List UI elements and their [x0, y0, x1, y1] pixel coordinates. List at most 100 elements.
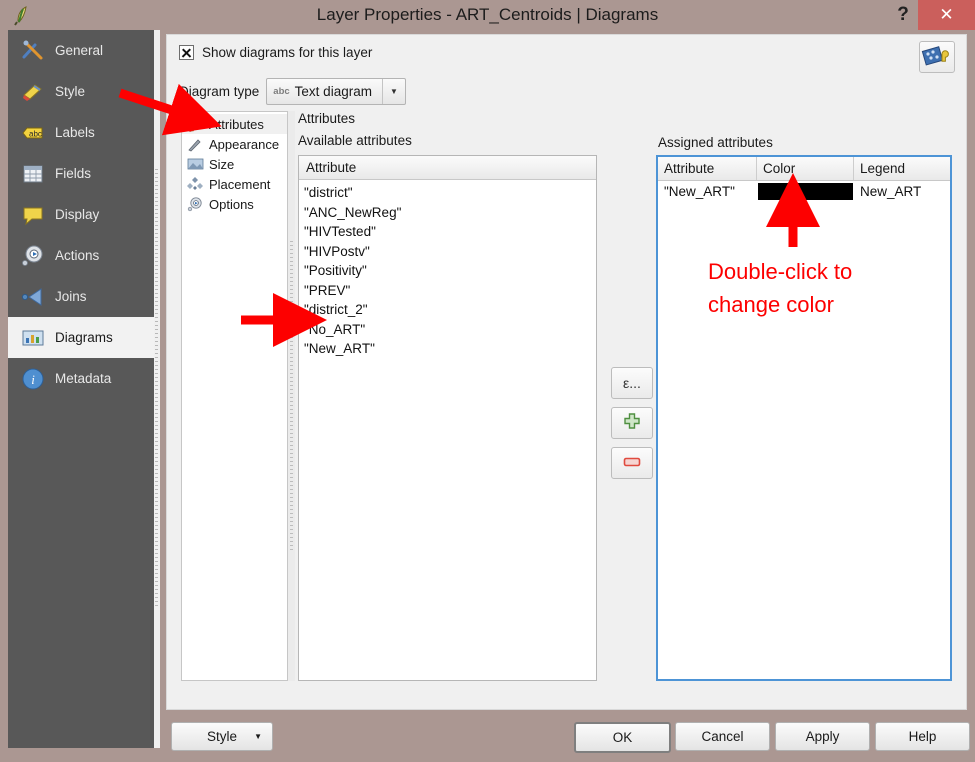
display-icon — [20, 202, 46, 228]
diagrams-panel: Show diagrams for this layer Diagram typ… — [166, 34, 967, 710]
diagram-type-select[interactable]: abc Text diagram ▼ — [266, 78, 406, 105]
size-icon — [186, 156, 204, 172]
assigned-attributes-table[interactable]: Attribute Color Legend "New_ART" New_ART — [656, 155, 952, 681]
sidebar-item-fields[interactable]: Fields — [8, 153, 160, 194]
callout-text: Double-click to change color — [708, 255, 958, 321]
attributes-icon — [186, 116, 204, 132]
sidebar: General Style abc Labels Fields Display … — [8, 30, 160, 748]
close-icon[interactable]: ✕ — [918, 0, 975, 30]
chevron-down-icon: ▼ — [381, 79, 405, 104]
splitter-grip — [290, 241, 293, 551]
diagram-subtab-list: Attributes Appearance Size Placement Opt… — [181, 111, 288, 681]
subtab-size[interactable]: Size — [182, 154, 287, 174]
general-icon — [20, 38, 46, 64]
sidebar-item-label: Joins — [55, 289, 87, 304]
subtab-attributes[interactable]: Attributes — [182, 114, 287, 134]
show-diagrams-checkbox[interactable]: Show diagrams for this layer — [179, 45, 372, 60]
list-item[interactable]: "New_ART" — [304, 339, 596, 359]
available-attributes-list[interactable]: Attribute "district" "ANC_NewReg" "HIVTe… — [298, 155, 597, 681]
text-diagram-icon: abc — [273, 86, 290, 97]
sidebar-item-label: Fields — [55, 166, 92, 181]
joins-icon — [20, 284, 46, 310]
list-item[interactable]: "No_ART" — [304, 320, 596, 340]
window-title: Layer Properties - ART_Centroids | Diagr… — [316, 5, 659, 24]
available-attributes-column-header: Attribute — [299, 156, 596, 180]
sidebar-item-style[interactable]: Style — [8, 71, 160, 112]
sidebar-item-metadata[interactable]: i Metadata — [8, 358, 160, 399]
placement-icon — [186, 176, 204, 192]
splitter-grip — [155, 169, 158, 609]
sidebar-item-label: Metadata — [55, 371, 112, 386]
subtab-label: Placement — [209, 176, 271, 192]
assigned-attributes-label: Assigned attributes — [658, 135, 773, 150]
column-header-color[interactable]: Color — [757, 157, 854, 180]
cell-color[interactable] — [757, 181, 854, 202]
subtabs-splitter[interactable] — [288, 111, 295, 681]
transfer-button-group: ε... — [611, 367, 653, 487]
help-button[interactable]: Help — [875, 722, 970, 751]
data-defined-override-icon[interactable] — [919, 41, 955, 73]
sidebar-item-label: Diagrams — [55, 330, 113, 345]
list-item[interactable]: "district_2" — [304, 300, 596, 320]
color-swatch[interactable] — [758, 183, 853, 200]
expression-button[interactable]: ε... — [611, 367, 653, 399]
apply-button[interactable]: Apply — [775, 722, 870, 751]
style-button-label: Style — [206, 729, 237, 744]
sidebar-item-diagrams[interactable]: Diagrams — [8, 317, 160, 358]
layer-properties-window: Layer Properties - ART_Centroids | Diagr… — [0, 0, 975, 762]
available-attributes-body: "district" "ANC_NewReg" "HIVTested" "HIV… — [299, 180, 596, 359]
list-item[interactable]: "district" — [304, 183, 596, 203]
appearance-icon — [186, 136, 204, 152]
subtab-label: Appearance — [209, 136, 280, 152]
subtab-appearance[interactable]: Appearance — [182, 134, 287, 154]
list-item[interactable]: "PREV" — [304, 281, 596, 301]
table-header-row: Attribute Color Legend — [658, 157, 950, 181]
metadata-icon: i — [20, 366, 46, 392]
diagrams-icon — [20, 325, 46, 351]
minus-icon — [623, 455, 641, 471]
add-attribute-button[interactable] — [611, 407, 653, 439]
style-icon — [20, 79, 46, 105]
actions-icon — [20, 243, 46, 269]
list-item[interactable]: "Positivity" — [304, 261, 596, 281]
ok-button[interactable]: OK — [574, 722, 671, 753]
svg-text:i: i — [31, 372, 35, 387]
subtab-label: Options — [209, 196, 254, 212]
sidebar-item-joins[interactable]: Joins — [8, 276, 160, 317]
labels-icon: abc — [20, 120, 46, 146]
sidebar-item-label: General — [55, 43, 104, 58]
cancel-button[interactable]: Cancel — [675, 722, 770, 751]
diagram-type-value: Text diagram — [294, 84, 372, 99]
sidebar-splitter[interactable] — [154, 30, 160, 748]
diagram-type-row: Diagram type abc Text diagram ▼ — [179, 78, 406, 105]
remove-attribute-button[interactable] — [611, 447, 653, 479]
sidebar-item-actions[interactable]: Actions — [8, 235, 160, 276]
titlebar-help-icon[interactable]: ? — [888, 0, 918, 30]
sidebar-item-display[interactable]: Display — [8, 194, 160, 235]
subtab-placement[interactable]: Placement — [182, 174, 287, 194]
sidebar-item-label: Style — [55, 84, 86, 99]
svg-text:abc: abc — [29, 129, 42, 138]
style-button[interactable]: Style ▼ — [171, 722, 273, 751]
column-header-legend[interactable]: Legend — [854, 157, 950, 180]
expression-button-label: ε... — [623, 375, 641, 391]
attributes-headings: Attributes Available attributes — [298, 111, 412, 148]
column-header-attribute[interactable]: Attribute — [658, 157, 757, 180]
list-item[interactable]: "ANC_NewReg" — [304, 203, 596, 223]
table-row[interactable]: "New_ART" New_ART — [658, 181, 950, 202]
sidebar-item-general[interactable]: General — [8, 30, 160, 71]
list-item[interactable]: "HIVTested" — [304, 222, 596, 242]
sidebar-item-labels[interactable]: abc Labels — [8, 112, 160, 153]
plus-icon — [623, 412, 641, 434]
list-item[interactable]: "HIVPostv" — [304, 242, 596, 262]
dialog-button-bar: Style ▼ OK Cancel Apply Help — [166, 716, 970, 756]
sidebar-item-label: Display — [55, 207, 100, 222]
chevron-down-icon: ▼ — [254, 732, 262, 741]
title-bar: Layer Properties - ART_Centroids | Diagr… — [0, 0, 975, 30]
cell-legend: New_ART — [860, 184, 922, 199]
subtab-options[interactable]: Options — [182, 194, 287, 214]
fields-icon — [20, 161, 46, 187]
sidebar-item-label: Actions — [55, 248, 100, 263]
show-diagrams-label: Show diagrams for this layer — [202, 45, 373, 60]
cell-attribute: "New_ART" — [664, 184, 735, 199]
